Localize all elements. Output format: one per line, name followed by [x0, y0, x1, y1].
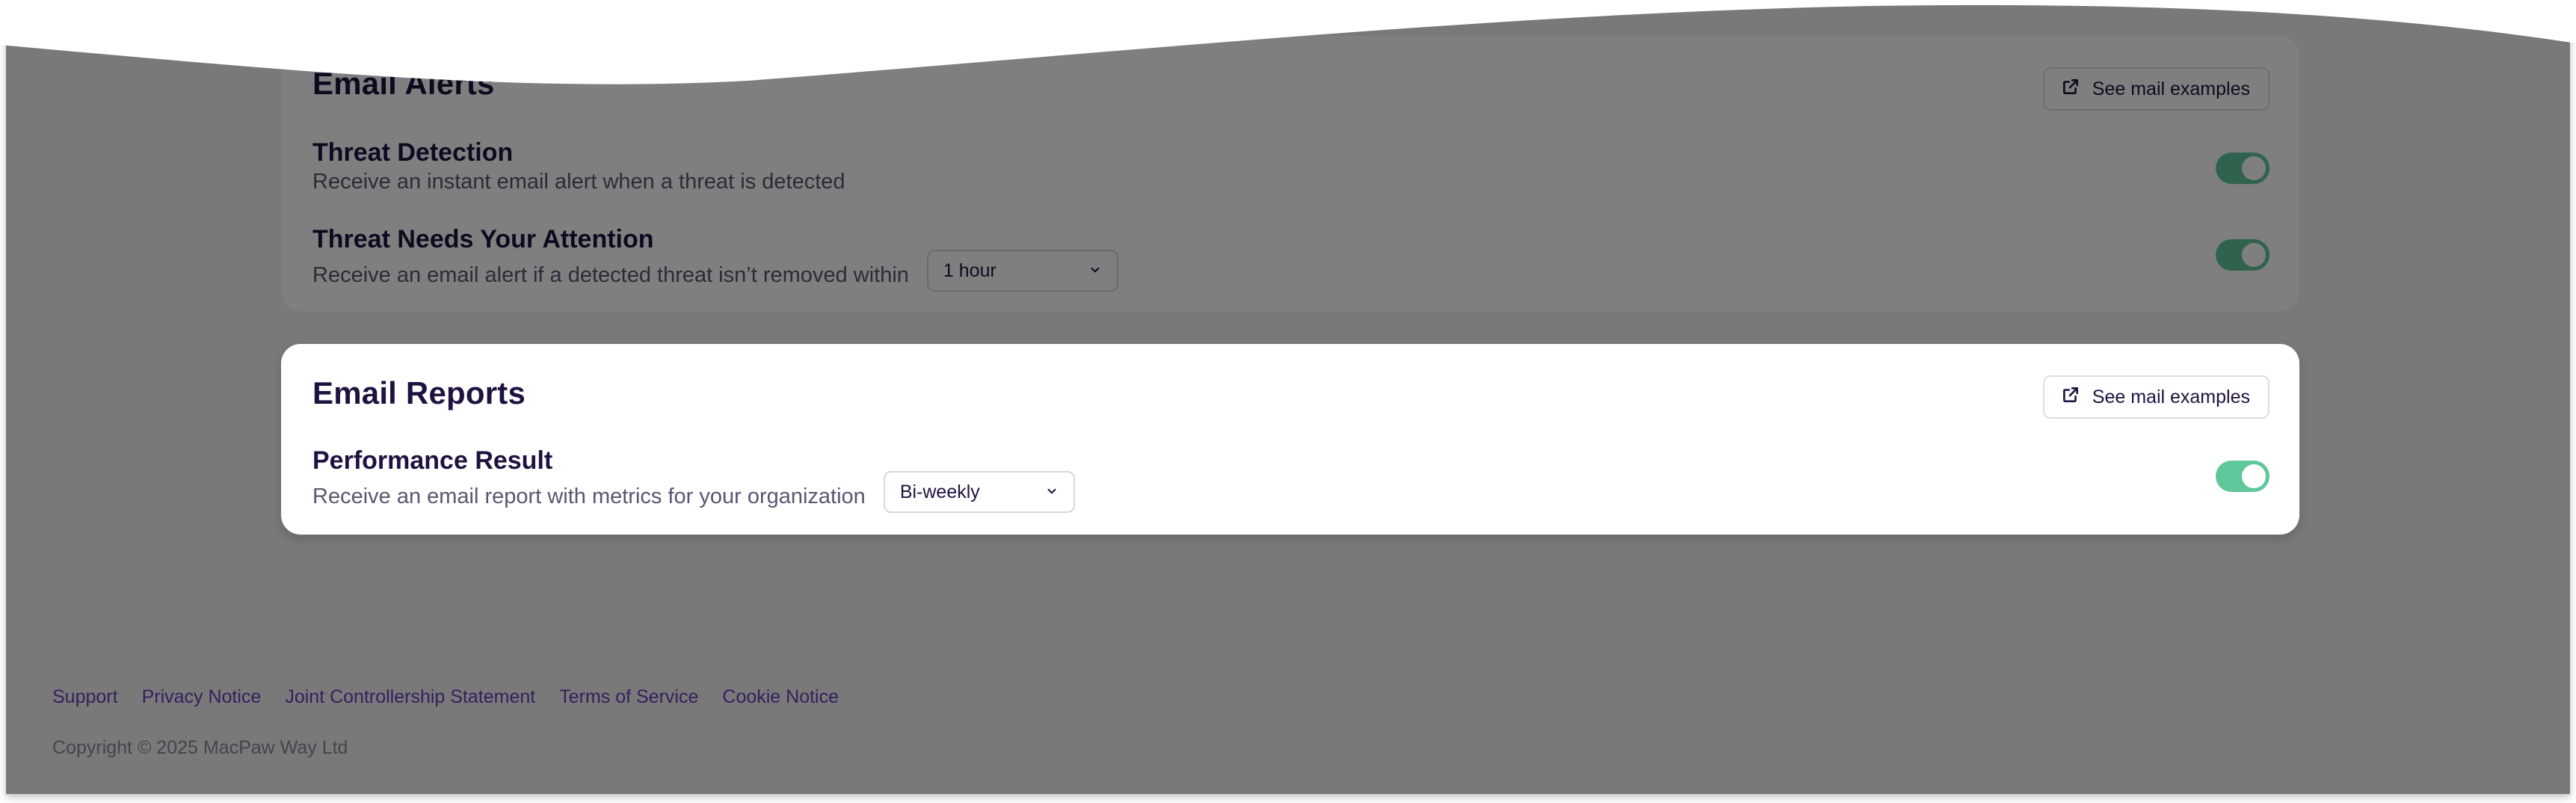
threat-detection-title: Threat Detection	[312, 138, 514, 167]
threat-detection-description: Receive an instant email alert when a th…	[312, 170, 845, 194]
toggle-knob	[2242, 156, 2266, 180]
toggle-knob	[2242, 464, 2266, 488]
footer-links: Support Privacy Notice Joint Controllers…	[52, 686, 839, 708]
email-reports-title: Email Reports	[312, 375, 526, 410]
performance-result-frequency-value: Bi-weekly	[899, 481, 980, 502]
performance-result-desc-line: Receive an email report with metrics for…	[312, 471, 2270, 517]
threat-attention-toggle[interactable]	[2216, 239, 2270, 271]
wave-edge-decoration	[0, 0, 2576, 84]
footer-link-joint-controllership[interactable]: Joint Controllership Statement	[285, 686, 535, 708]
performance-result-row: Performance Result Receive an email repo…	[312, 446, 2270, 517]
threat-attention-period-select[interactable]: 1 hour	[926, 250, 1118, 292]
threat-attention-description: Receive an email alert if a detected thr…	[312, 263, 909, 287]
email-reports-card: Email Reports See mail examples Performa…	[281, 344, 2299, 535]
threat-attention-period-value: 1 hour	[943, 259, 996, 281]
chevron-down-icon	[1088, 260, 1102, 282]
threat-attention-title: Threat Needs Your Attention	[312, 225, 654, 253]
threat-attention-row: Threat Needs Your Attention Receive an e…	[312, 224, 2270, 296]
reports-see-mail-examples-label: See mail examples	[2092, 386, 2250, 407]
app-window: Email Alerts See mail examples Threat De…	[6, 0, 2570, 794]
performance-result-frequency-select[interactable]: Bi-weekly	[883, 471, 1075, 513]
toggle-knob	[2242, 243, 2266, 267]
threat-attention-desc-line: Receive an email alert if a detected thr…	[312, 250, 2270, 296]
reports-see-mail-examples-button[interactable]: See mail examples	[2042, 375, 2270, 419]
threat-detection-row: Threat Detection Receive an instant emai…	[312, 138, 2270, 196]
footer-link-support[interactable]: Support	[52, 686, 118, 708]
footer-link-terms-of-service[interactable]: Terms of Service	[559, 686, 698, 708]
footer-link-privacy-notice[interactable]: Privacy Notice	[142, 686, 262, 708]
threat-detection-toggle[interactable]	[2216, 153, 2270, 184]
external-link-icon	[2061, 385, 2080, 410]
performance-result-description: Receive an email report with metrics for…	[312, 484, 866, 508]
chevron-down-icon	[1045, 482, 1059, 503]
screenshot-stage: Email Alerts See mail examples Threat De…	[0, 0, 2576, 803]
footer-link-cookie-notice[interactable]: Cookie Notice	[722, 686, 839, 708]
footer-copyright: Copyright © 2025 MacPaw Way Ltd	[52, 737, 348, 758]
performance-result-title: Performance Result	[312, 446, 553, 475]
performance-result-toggle[interactable]	[2216, 461, 2270, 492]
